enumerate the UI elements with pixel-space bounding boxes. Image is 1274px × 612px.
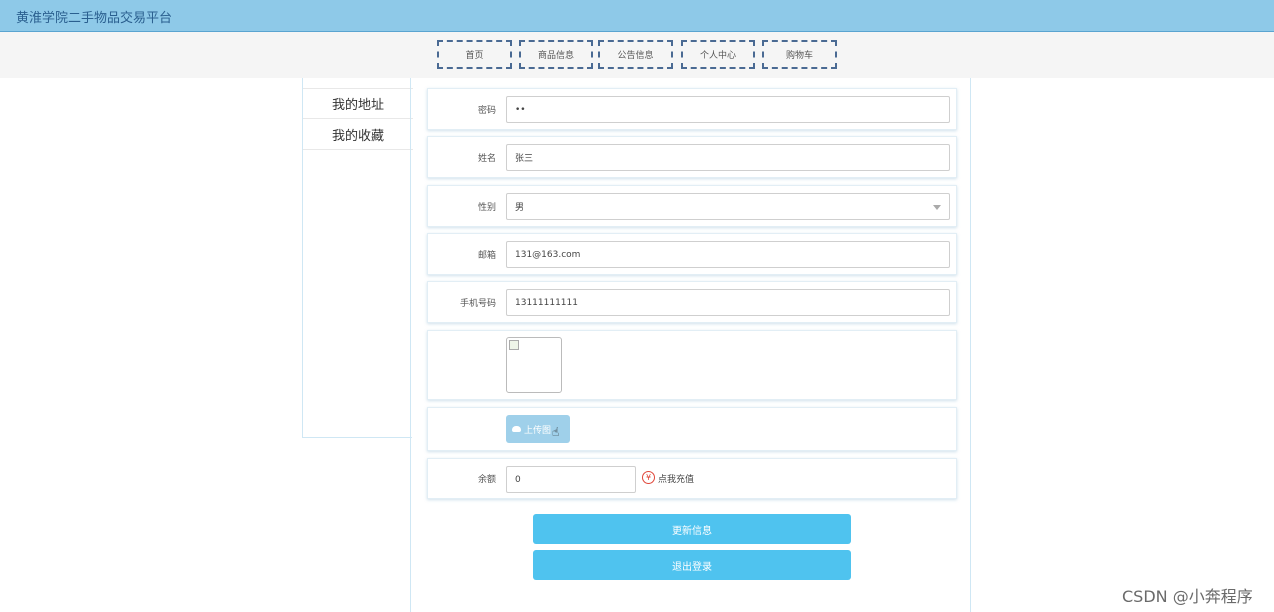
email-field[interactable]: 131@163.com xyxy=(506,241,950,268)
site-title: 黄淮学院二手物品交易平台 xyxy=(16,11,173,26)
gender-select[interactable]: 男 xyxy=(506,193,950,220)
upload-row: 上传图 ☝ xyxy=(427,407,957,451)
yen-icon[interactable]: ¥ xyxy=(642,471,655,484)
nav-personal-center[interactable]: 个人中心 xyxy=(681,40,755,69)
avatar-image xyxy=(506,337,562,393)
gender-row: 性别 男 xyxy=(427,185,957,227)
gender-value: 男 xyxy=(515,203,525,213)
sidebar: 我的地址 我的收藏 xyxy=(302,78,413,438)
logout-button[interactable]: 退出登录 xyxy=(533,550,851,580)
password-row: 密码 •• xyxy=(427,88,957,130)
update-info-button[interactable]: 更新信息 xyxy=(533,514,851,544)
balance-row: 余额 0 ¥ 点我充值 xyxy=(427,458,957,499)
profile-form: 密码 •• 姓名 张三 性别 男 邮箱 131@163.com 手机号码 131… xyxy=(410,78,971,612)
sidebar-item-favorites[interactable]: 我的收藏 xyxy=(303,119,413,150)
gender-label: 性别 xyxy=(477,202,496,213)
password-label: 密码 xyxy=(477,105,496,116)
avatar-row xyxy=(427,330,957,400)
email-label: 邮箱 xyxy=(477,250,496,261)
nav-goods-info[interactable]: 商品信息 xyxy=(519,40,593,69)
recharge-link[interactable]: 点我充值 xyxy=(658,472,694,485)
hand-pointer-icon: ☝ xyxy=(552,425,560,439)
broken-image-icon xyxy=(509,340,519,350)
nav-notice-info[interactable]: 公告信息 xyxy=(598,40,673,69)
cloud-icon xyxy=(512,426,521,432)
nav-home[interactable]: 首页 xyxy=(437,40,512,69)
phone-row: 手机号码 13111111111 xyxy=(427,281,957,323)
name-row: 姓名 张三 xyxy=(427,136,957,178)
nav-shopping-cart[interactable]: 购物车 xyxy=(762,40,837,69)
top-bar: 黄淮学院二手物品交易平台 xyxy=(0,0,1274,32)
upload-image-button[interactable]: 上传图 ☝ xyxy=(506,415,570,443)
balance-field[interactable]: 0 xyxy=(506,466,636,493)
name-field[interactable]: 张三 xyxy=(506,144,950,171)
balance-label: 余额 xyxy=(477,475,496,485)
sidebar-item-address[interactable]: 我的地址 xyxy=(303,88,413,119)
name-label: 姓名 xyxy=(477,153,496,164)
upload-label: 上传图 xyxy=(524,425,552,436)
phone-label: 手机号码 xyxy=(459,298,496,309)
phone-field[interactable]: 13111111111 xyxy=(506,289,950,316)
nav-bar: 首页 商品信息 公告信息 个人中心 购物车 xyxy=(0,32,1274,78)
watermark: CSDN @小奔程序 xyxy=(1122,587,1253,606)
email-row: 邮箱 131@163.com xyxy=(427,233,957,275)
chevron-down-icon xyxy=(933,205,941,210)
password-field[interactable]: •• xyxy=(506,96,950,123)
